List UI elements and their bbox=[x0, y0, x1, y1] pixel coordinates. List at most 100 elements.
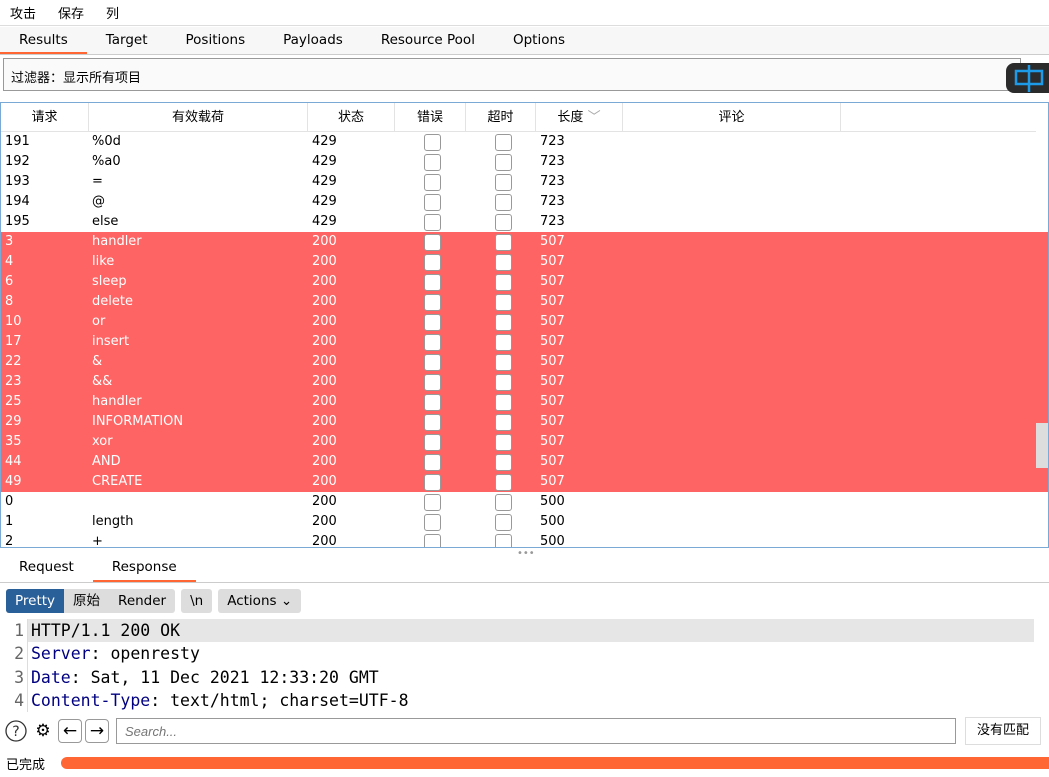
table-scrollbar[interactable] bbox=[1036, 423, 1048, 468]
table-row[interactable]: 6 sleep 200 507 bbox=[1, 272, 1048, 292]
cell-payload bbox=[89, 492, 308, 512]
line-text: Server: openresty bbox=[28, 642, 1034, 665]
cell-request: 193 bbox=[5, 174, 30, 189]
line-number: 1 bbox=[0, 619, 28, 643]
cell-comment bbox=[623, 532, 841, 547]
menu-attack[interactable]: 攻击 bbox=[10, 3, 36, 22]
main-tabs: Results Target Positions Payloads Resour… bbox=[0, 27, 1049, 55]
response-editor[interactable]: 1 HTTP/1.1 200 OK 2 Server: openresty 3 Date:… bbox=[0, 619, 1049, 713]
code-line: 1 HTTP/1.1 200 OK bbox=[0, 619, 1049, 643]
cell-status: 200 bbox=[312, 354, 337, 369]
tab-results[interactable]: Results bbox=[0, 27, 87, 54]
col-payload[interactable]: 有效载荷 bbox=[89, 103, 308, 131]
cell-status: 429 bbox=[312, 214, 337, 229]
col-comment[interactable]: 评论 bbox=[623, 103, 841, 131]
table-row[interactable]: 23 && 200 507 bbox=[1, 372, 1048, 392]
actions-button[interactable]: Actions ⌄ bbox=[218, 589, 301, 613]
help-icon[interactable]: ? bbox=[4, 719, 28, 743]
back-arrow-icon[interactable]: ← bbox=[58, 719, 82, 743]
cell-timeout-checkbox bbox=[466, 412, 536, 432]
cell-status: 200 bbox=[312, 274, 337, 289]
line-number: 4 bbox=[0, 688, 28, 713]
code-line: 4 Content-Type: text/html; charset=UTF-8 bbox=[0, 688, 1049, 713]
cell-timeout-checkbox bbox=[466, 392, 536, 412]
table-row[interactable]: 10 or 200 507 bbox=[1, 312, 1048, 332]
ime-chinese-icon[interactable] bbox=[1006, 63, 1049, 93]
menu-save[interactable]: 保存 bbox=[58, 3, 84, 22]
tab-request[interactable]: Request bbox=[0, 554, 93, 582]
table-row[interactable]: 0 200 500 bbox=[1, 492, 1048, 512]
tab-positions[interactable]: Positions bbox=[167, 27, 265, 54]
tab-target[interactable]: Target bbox=[87, 27, 167, 54]
pretty-button[interactable]: Pretty bbox=[6, 589, 65, 613]
search-bar: ? ⚙ ← → 没有匹配 bbox=[0, 716, 1049, 746]
table-row[interactable]: 49 CREATE 200 507 bbox=[1, 472, 1048, 492]
col-request[interactable]: 请求 bbox=[1, 103, 89, 131]
view-toolbar: Pretty 原始 Render \n Actions ⌄ bbox=[6, 589, 302, 613]
table-row[interactable]: 22 & 200 507 bbox=[1, 352, 1048, 372]
newline-button[interactable]: \n bbox=[181, 589, 212, 613]
tab-options[interactable]: Options bbox=[494, 27, 584, 54]
cell-status: 200 bbox=[312, 374, 337, 389]
search-input[interactable] bbox=[116, 718, 956, 744]
gear-icon[interactable]: ⚙ bbox=[31, 719, 55, 743]
table-row[interactable]: 195 else 429 723 bbox=[1, 212, 1048, 232]
forward-arrow-icon[interactable]: → bbox=[85, 719, 109, 743]
table-row[interactable]: 29 INFORMATION 200 507 bbox=[1, 412, 1048, 432]
table-header: 请求 有效载荷 状态 错误 超时 长度 ﹀ 评论 bbox=[1, 103, 1036, 132]
cell-request: 191 bbox=[5, 134, 30, 149]
col-length[interactable]: 长度 ﹀ bbox=[536, 103, 623, 131]
tab-payloads[interactable]: Payloads bbox=[264, 27, 362, 54]
header-value: HTTP/1.1 200 OK bbox=[31, 621, 181, 640]
raw-button[interactable]: 原始 bbox=[64, 589, 109, 613]
table-row[interactable]: 194 @ 429 723 bbox=[1, 192, 1048, 212]
col-timeout[interactable]: 超时 bbox=[466, 103, 536, 131]
render-button[interactable]: Render bbox=[109, 589, 175, 613]
cell-comment bbox=[623, 292, 841, 312]
cell-error-checkbox bbox=[395, 372, 466, 392]
tab-resource-pool[interactable]: Resource Pool bbox=[362, 27, 494, 54]
sort-desc-icon: ﹀ bbox=[587, 110, 601, 125]
table-row[interactable]: 191 %0d 429 723 bbox=[1, 132, 1048, 152]
table-row[interactable]: 25 handler 200 507 bbox=[1, 392, 1048, 412]
table-row[interactable]: 3 handler 200 507 bbox=[1, 232, 1048, 252]
table-row[interactable]: 8 delete 200 507 bbox=[1, 292, 1048, 312]
filter-bar[interactable]: 过滤器：显示所有项目 bbox=[3, 58, 1021, 91]
table-row[interactable]: 44 AND 200 507 bbox=[1, 452, 1048, 472]
table-row[interactable]: 35 xor 200 507 bbox=[1, 432, 1048, 452]
cell-length: 500 bbox=[540, 514, 565, 529]
header-name: Server bbox=[31, 644, 91, 664]
cell-comment bbox=[623, 392, 841, 412]
cell-error-checkbox bbox=[395, 132, 466, 152]
cell-length: 507 bbox=[540, 294, 565, 309]
reqres-tabs: Request Response bbox=[0, 554, 1049, 583]
cell-request: 44 bbox=[5, 454, 22, 469]
table-row[interactable]: 17 insert 200 507 bbox=[1, 332, 1048, 352]
cell-error-checkbox bbox=[395, 352, 466, 372]
table-row[interactable]: 193 = 429 723 bbox=[1, 172, 1048, 192]
cell-error-checkbox bbox=[395, 192, 466, 212]
table-row[interactable]: 4 like 200 507 bbox=[1, 252, 1048, 272]
cell-status: 200 bbox=[312, 334, 337, 349]
cell-comment bbox=[623, 472, 841, 492]
cell-length: 500 bbox=[540, 534, 565, 548]
cell-payload: & bbox=[92, 354, 103, 369]
menu-columns[interactable]: 列 bbox=[106, 3, 119, 22]
cell-payload: sleep bbox=[92, 274, 127, 289]
cell-timeout-checkbox bbox=[466, 152, 536, 172]
col-error[interactable]: 错误 bbox=[395, 103, 466, 131]
cell-payload: AND bbox=[92, 454, 121, 469]
cell-length: 723 bbox=[540, 214, 565, 229]
table-row[interactable]: 2 + 200 500 bbox=[1, 532, 1048, 548]
cell-request: 4 bbox=[5, 254, 14, 269]
col-status[interactable]: 状态 bbox=[308, 103, 395, 131]
table-row[interactable]: 192 %a0 429 723 bbox=[1, 152, 1048, 172]
cell-status: 429 bbox=[312, 174, 337, 189]
header-value: : openresty bbox=[90, 644, 200, 664]
cell-comment bbox=[623, 452, 841, 472]
cell-status: 429 bbox=[312, 154, 337, 169]
tab-response[interactable]: Response bbox=[92, 554, 196, 582]
table-row[interactable]: 1 length 200 500 bbox=[1, 512, 1048, 532]
cell-length: 507 bbox=[540, 374, 565, 389]
cell-request: 29 bbox=[5, 414, 22, 429]
